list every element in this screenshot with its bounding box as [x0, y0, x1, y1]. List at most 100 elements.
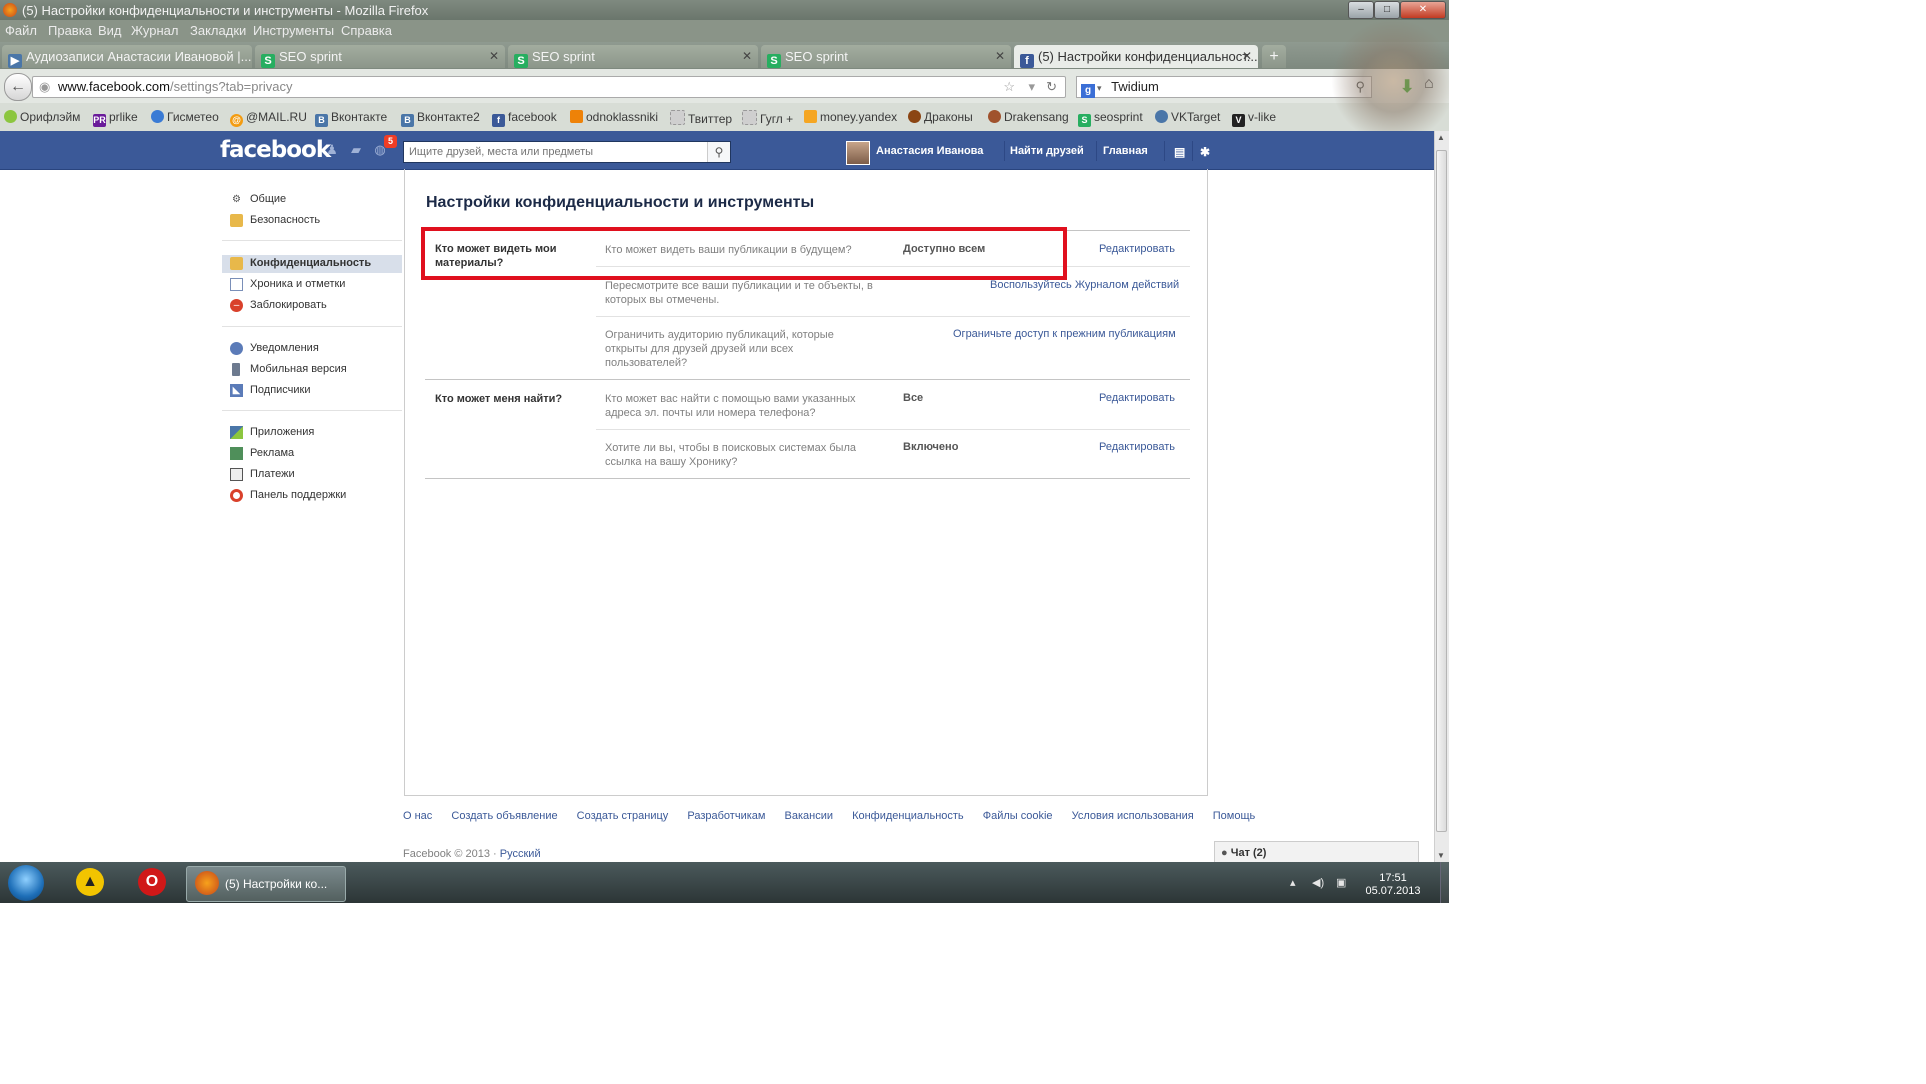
menu-tools[interactable]: Инструменты: [253, 23, 334, 38]
dropdown-icon[interactable]: ▾: [1028, 77, 1035, 97]
prlike-icon: PR: [93, 114, 106, 127]
close-tab-icon[interactable]: ✕: [489, 45, 499, 68]
footer-link-careers[interactable]: Вакансии: [785, 810, 834, 822]
messages-icon[interactable]: ▰: [348, 142, 364, 158]
bookmark-seosprint[interactable]: Sseosprint: [1078, 110, 1143, 127]
network-icon[interactable]: ▣: [1336, 876, 1346, 889]
system-clock[interactable]: 17:51 05.07.2013: [1358, 872, 1428, 898]
bookmark-prlike[interactable]: PR prlike: [93, 110, 138, 127]
sidebar-item-mobile[interactable]: Мобильная версия: [222, 361, 402, 379]
tab-seo-sprint-1[interactable]: S SEO sprint ✕: [255, 45, 505, 68]
reload-icon[interactable]: ↻: [1046, 77, 1057, 97]
footer-link-create-page[interactable]: Создать страницу: [577, 810, 669, 822]
sidebar-item-privacy[interactable]: Конфиденциальность: [222, 255, 402, 273]
friend-requests-icon[interactable]: ♟: [324, 142, 340, 158]
vk-icon: B: [401, 114, 414, 127]
chat-tab[interactable]: ● Чат (2): [1214, 841, 1419, 864]
sidebar-item-payments[interactable]: Платежи: [222, 466, 402, 484]
footer-link-help[interactable]: Помощь: [1213, 810, 1256, 822]
profile-link[interactable]: Анастасия Иванова: [876, 145, 983, 157]
sidebar-item-apps[interactable]: Приложения: [222, 424, 402, 442]
bookmark-gismeteo[interactable]: Гисметео: [151, 110, 219, 124]
sidebar-item-ads[interactable]: Реклама: [222, 445, 402, 463]
bookmark-dragons[interactable]: Драконы: [908, 110, 973, 124]
language-link[interactable]: Русский: [500, 848, 541, 860]
bookmark-label: facebook: [508, 110, 557, 124]
close-window-button[interactable]: ✕: [1400, 1, 1446, 19]
menu-history[interactable]: Журнал: [131, 23, 178, 38]
url-bar[interactable]: ◉ www.facebook.com/settings?tab=privacy …: [32, 76, 1066, 98]
menu-view[interactable]: Вид: [98, 23, 122, 38]
new-tab-button[interactable]: +: [1262, 45, 1286, 68]
footer-link-terms[interactable]: Условия использования: [1072, 810, 1194, 822]
close-tab-icon[interactable]: ✕: [742, 45, 752, 68]
footer-link-cookies[interactable]: Файлы cookie: [983, 810, 1053, 822]
sidebar-item-timeline[interactable]: Хроника и отметки: [222, 276, 402, 294]
bookmark-vkontakte2[interactable]: B Вконтакте2: [401, 110, 480, 127]
star-icon[interactable]: ☆: [1003, 77, 1015, 97]
home-link[interactable]: Главная: [1103, 145, 1148, 157]
sidebar-item-notifications[interactable]: Уведомления: [222, 340, 402, 358]
search-icon[interactable]: ⚲: [707, 142, 730, 162]
privacy-shortcuts-icon[interactable]: ▤: [1174, 145, 1185, 159]
sidebar-item-followers[interactable]: ◣ Подписчики: [222, 382, 402, 400]
gear-icon[interactable]: ✱: [1200, 145, 1210, 159]
taskbar-firefox[interactable]: (5) Настройки ко...: [186, 866, 346, 902]
bookmark-vktarget[interactable]: VKTarget: [1155, 110, 1220, 124]
bookmark-oriflame[interactable]: Орифлэйм: [4, 110, 80, 124]
tab-audio[interactable]: ▶ Аудиозаписи Анастасии Ивановой |...: [2, 45, 252, 68]
sidebar-item-blocking[interactable]: – Заблокировать: [222, 297, 402, 315]
fb-search-input[interactable]: [404, 142, 704, 162]
url-path: /settings?tab=privacy: [169, 79, 293, 94]
bookmark-vlike[interactable]: Vv-like: [1232, 110, 1276, 127]
volume-icon[interactable]: ◀): [1312, 876, 1324, 889]
close-tab-icon[interactable]: ✕: [1242, 45, 1252, 68]
bookmark-odnoklassniki[interactable]: odnoklassniki: [570, 110, 658, 124]
close-tab-icon[interactable]: ✕: [995, 45, 1005, 68]
bookmark-drakensang[interactable]: Drakensang: [988, 110, 1069, 124]
row-desc: Пересмотрите все ваши публикации и те об…: [605, 280, 873, 306]
limit-past-posts-link[interactable]: Ограничьте доступ к прежним публикациям: [953, 328, 1176, 340]
facebook-logo[interactable]: facebook: [220, 137, 331, 163]
avast-icon[interactable]: ▲: [76, 868, 104, 896]
edit-link[interactable]: Редактировать: [1099, 441, 1175, 453]
back-button[interactable]: ←: [4, 73, 32, 101]
scroll-up-icon[interactable]: ▲: [1437, 133, 1445, 142]
opera-icon[interactable]: O: [138, 868, 166, 896]
find-friends-link[interactable]: Найти друзей: [1010, 145, 1084, 157]
minimize-button[interactable]: –: [1348, 1, 1374, 19]
tab-facebook-settings[interactable]: f (5) Настройки конфиденциальност... ✕: [1014, 45, 1258, 68]
show-desktop-button[interactable]: [1440, 862, 1449, 903]
bookmark-google-plus[interactable]: Гугл +: [742, 110, 793, 126]
bookmark-mailru[interactable]: @ @MAIL.RU: [230, 110, 307, 127]
maximize-button[interactable]: □: [1374, 1, 1400, 19]
scroll-down-icon[interactable]: ▼: [1437, 851, 1445, 860]
google-icon[interactable]: g: [1081, 84, 1095, 98]
start-button[interactable]: [8, 865, 44, 901]
menu-edit[interactable]: Правка: [48, 23, 92, 38]
sidebar-item-support[interactable]: Панель поддержки: [222, 487, 402, 505]
edit-link[interactable]: Редактировать: [1099, 243, 1175, 255]
scrollbar-thumb[interactable]: [1436, 150, 1447, 832]
footer-link-developers[interactable]: Разработчикам: [687, 810, 765, 822]
tray-expand-icon[interactable]: ▴: [1290, 876, 1296, 889]
bookmark-facebook[interactable]: f facebook: [492, 110, 557, 127]
sidebar-item-security[interactable]: Безопасность: [222, 212, 402, 230]
sidebar-item-general[interactable]: ⚙ Общие: [222, 191, 402, 209]
bookmark-twitter[interactable]: Твиттер: [670, 110, 732, 126]
footer-link-privacy[interactable]: Конфиденциальность: [852, 810, 964, 822]
bookmark-vkontakte[interactable]: B Вконтакте: [315, 110, 387, 127]
tab-seo-sprint-2[interactable]: S SEO sprint ✕: [508, 45, 758, 68]
chevron-down-icon[interactable]: ▾: [1097, 83, 1102, 93]
footer-link-create-ad[interactable]: Создать объявление: [451, 810, 557, 822]
activity-log-link[interactable]: Воспользуйтесь Журналом действий: [990, 279, 1179, 291]
bookmark-money-yandex[interactable]: money.yandex: [804, 110, 897, 124]
menu-file[interactable]: Файл: [5, 23, 37, 38]
edit-link[interactable]: Редактировать: [1099, 392, 1175, 404]
footer-link-about[interactable]: О нас: [403, 810, 432, 822]
menu-bookmarks[interactable]: Закладки: [190, 23, 246, 38]
vlike-icon: V: [1232, 114, 1245, 127]
tab-seo-sprint-3[interactable]: S SEO sprint ✕: [761, 45, 1011, 68]
avatar[interactable]: [846, 141, 870, 165]
menu-help[interactable]: Справка: [341, 23, 392, 38]
